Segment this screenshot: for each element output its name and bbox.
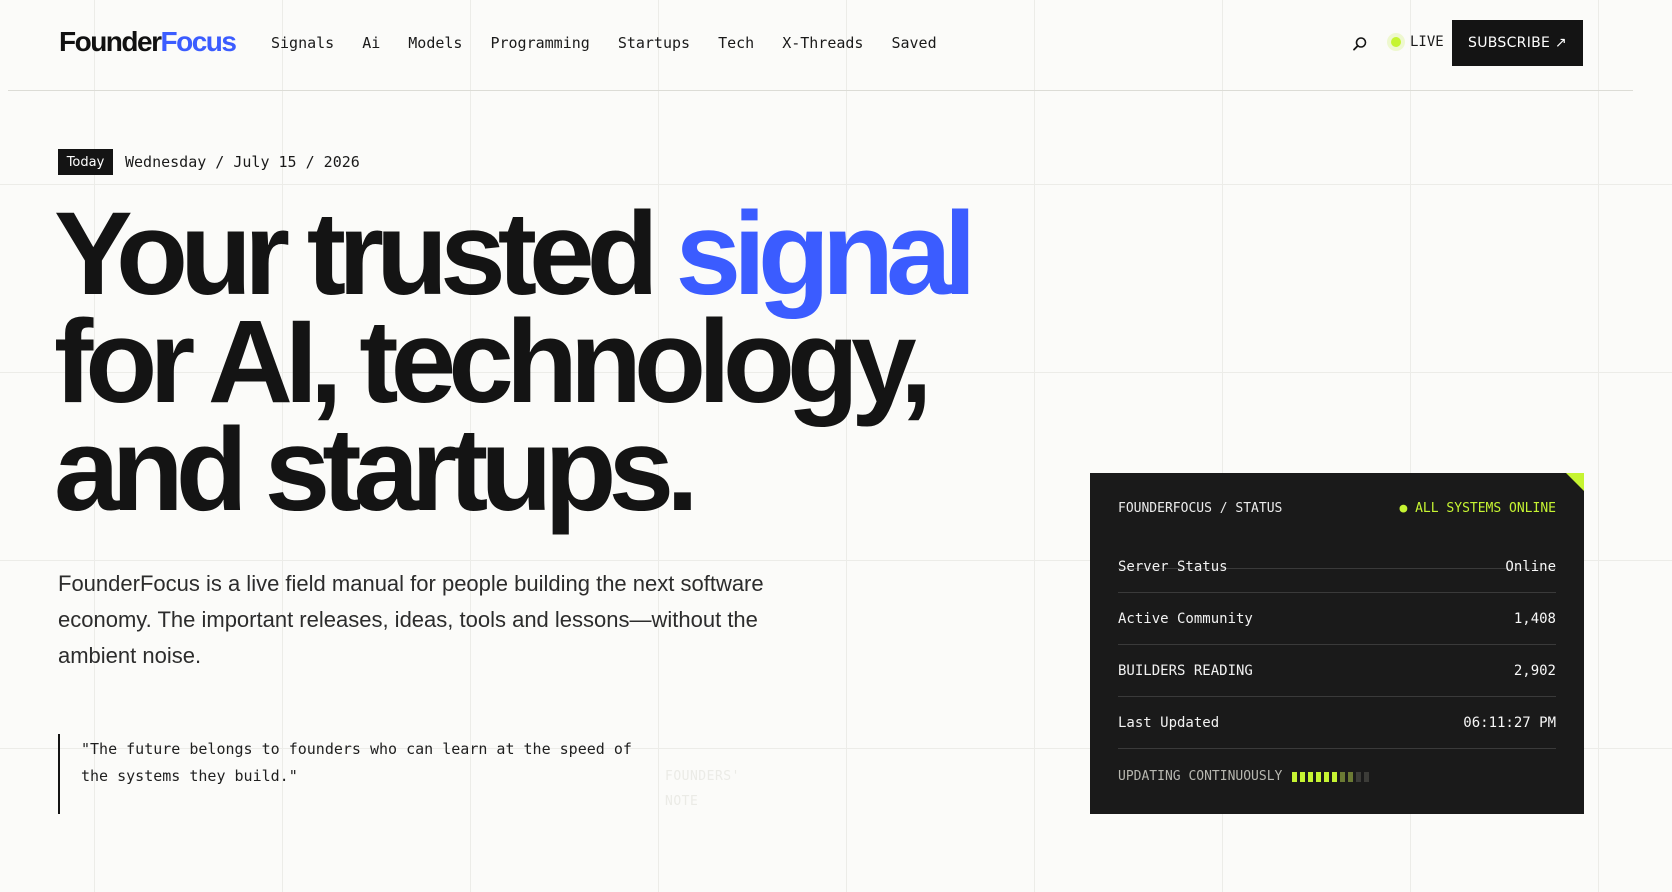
live-indicator: LIVE	[1391, 34, 1444, 50]
meter-segment	[1292, 771, 1298, 782]
status-row: Active Community 1,408	[1118, 593, 1556, 645]
meter-segment	[1332, 771, 1338, 782]
meter-segment	[1356, 771, 1362, 782]
status-row-label: Last Updated	[1118, 714, 1220, 731]
status-title: FOUNDERFOCUS / STATUS	[1118, 501, 1283, 516]
status-rows: Server Status Online Active Community 1,…	[1118, 541, 1556, 749]
nav-item-saved[interactable]: Saved	[891, 34, 936, 52]
logo-text-founder: Founder	[59, 26, 162, 57]
status-row-label: Server Status	[1118, 558, 1228, 575]
subscribe-button[interactable]: SUBSCRIBE ↗	[1452, 20, 1583, 66]
meter-segment	[1308, 771, 1314, 782]
update-progress-meter	[1292, 771, 1370, 782]
status-row-label: BUILDERS READING	[1118, 662, 1253, 679]
status-footer: UPDATING CONTINUOUSLY	[1118, 769, 1370, 784]
site-header: FounderFocus Signals Ai Models Programmi…	[8, 0, 1633, 91]
live-label: LIVE	[1410, 34, 1444, 50]
nav-item-models[interactable]: Models	[408, 34, 462, 52]
meter-segment	[1300, 771, 1306, 782]
meter-segment	[1364, 771, 1370, 782]
status-row-value: Online	[1505, 558, 1556, 575]
meter-segment	[1316, 771, 1322, 782]
hero-headline: Your trusted signal for AI, technology, …	[54, 195, 976, 529]
hero-line3: and startups.	[54, 404, 699, 536]
status-footer-label: UPDATING CONTINUOUSLY	[1118, 769, 1283, 784]
nav-item-signals[interactable]: Signals	[271, 34, 334, 52]
date-text: Wednesday / July 15 / 2026	[125, 153, 360, 171]
nav-item-ai[interactable]: Ai	[362, 34, 380, 52]
quote-caption: FOUNDERS' NOTE	[665, 764, 785, 814]
meter-segment	[1324, 771, 1330, 782]
quote-caption-line2: NOTE	[665, 794, 699, 809]
meter-segment	[1340, 771, 1346, 782]
status-row-label: Active Community	[1118, 610, 1253, 627]
status-row: Server Status Online	[1118, 541, 1556, 593]
status-panel: FOUNDERFOCUS / STATUS ● ALL SYSTEMS ONLI…	[1090, 473, 1584, 814]
nav-item-tech[interactable]: Tech	[718, 34, 754, 52]
logo-text-focus: Focus	[160, 26, 237, 57]
panel-corner-accent	[1566, 473, 1584, 491]
founder-quote: "The future belongs to founders who can …	[58, 734, 658, 814]
status-row: BUILDERS READING 2,902	[1118, 645, 1556, 697]
status-row-value: 06:11:27 PM	[1463, 714, 1556, 731]
status-row-value: 2,902	[1513, 662, 1556, 679]
today-badge: Today	[58, 149, 113, 175]
quote-caption-line1: FOUNDERS'	[665, 769, 740, 784]
status-row-value: 1,408	[1513, 610, 1556, 627]
search-icon[interactable]	[1351, 35, 1371, 55]
live-dot-icon	[1391, 37, 1401, 47]
nav-item-programming[interactable]: Programming	[490, 34, 589, 52]
status-online-badge: ● ALL SYSTEMS ONLINE	[1399, 501, 1556, 516]
status-row: Last Updated 06:11:27 PM	[1118, 697, 1556, 749]
nav-item-startups[interactable]: Startups	[618, 34, 690, 52]
meter-segment	[1348, 771, 1354, 782]
main-nav: Signals Ai Models Programming Startups T…	[271, 34, 937, 52]
nav-item-x-threads[interactable]: X-Threads	[782, 34, 863, 52]
hero-description: FounderFocus is a live field manual for …	[58, 571, 764, 668]
logo[interactable]: FounderFocus	[59, 26, 237, 58]
